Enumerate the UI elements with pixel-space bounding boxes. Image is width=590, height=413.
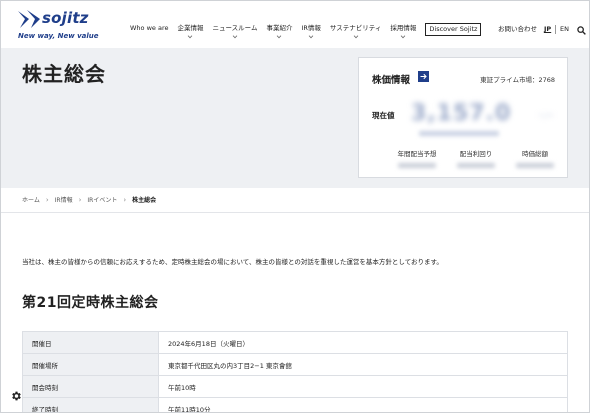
metric-label: 配当利回り	[459, 150, 493, 158]
intro-text: 当社は、株主の皆様からの信頼にお応えするため、定時株主総会の場において、株主の皆…	[22, 258, 443, 266]
chevron-down-icon	[188, 33, 193, 39]
table-row: 終了時刻 午前11時10分	[22, 397, 568, 413]
meeting-info-table: 開催日 2024年6月18日（火曜日） 開催場所 東京都千代田区丸の内3丁目2−…	[22, 331, 568, 413]
nav-label: 採用情報	[390, 24, 417, 32]
chevron-down-icon	[353, 33, 358, 39]
brand-tagline: New way, New value	[18, 32, 99, 40]
nav-label: ニュースルーム	[212, 24, 258, 32]
search-icon[interactable]	[577, 26, 586, 35]
chevron-down-icon	[232, 33, 238, 39]
metric-value-blurred	[457, 163, 495, 168]
stock-card-title: 株価情報	[372, 75, 411, 86]
nav-label: IR情報	[301, 24, 321, 32]
chevron-down-icon	[308, 33, 314, 39]
stock-metrics: 年間配当予想 配当利回り 時価総額	[391, 148, 561, 168]
lang-en-link[interactable]: EN	[560, 25, 569, 34]
metric-label: 時価総額	[522, 150, 548, 158]
nav-who-we-are[interactable]: Who we are	[130, 24, 168, 33]
contact-link[interactable]: お問い合わせ	[498, 25, 537, 34]
row-value: 2024年6月18日（火曜日）	[158, 331, 568, 354]
arrow-right-icon	[420, 73, 427, 80]
metric-dividend-yield: 配当利回り	[450, 148, 502, 168]
row-value: 東京都千代田区丸の内3丁目2−1 東京會舘	[158, 353, 568, 376]
chevron-right-icon: ›	[123, 195, 127, 204]
table-row: 開催場所 東京都千代田区丸の内3丁目2−1 東京會舘	[22, 353, 568, 376]
metric-value-blurred	[398, 163, 436, 168]
chevron-down-icon	[401, 33, 406, 39]
metric-label: 年間配当予想	[397, 150, 437, 158]
section-divider	[0, 212, 590, 213]
sojitz-mark-icon	[18, 10, 40, 28]
chevron-right-icon: ›	[45, 195, 49, 204]
row-value: 午前10時	[158, 375, 568, 398]
current-price-label: 現在値	[372, 111, 395, 120]
lang-jp-link[interactable]: JP	[544, 25, 551, 34]
row-label: 開催日	[22, 331, 159, 354]
price-change-value: -.--	[539, 110, 554, 121]
metric-market-cap: 時価総額	[509, 148, 561, 168]
discover-sojitz-button[interactable]: Discover Sojitz	[425, 23, 482, 36]
nav-label: 企業情報	[177, 24, 204, 32]
breadcrumb-ir-events[interactable]: IRイベント	[87, 195, 117, 204]
table-row: 開会時刻 午前10時	[22, 375, 568, 398]
stock-info-card: 株価情報 東証プライム市場：2768 現在値 3,157.0 -.-- 年間配当…	[358, 57, 568, 178]
nav-corporate[interactable]: 企業情報	[177, 24, 204, 39]
gear-icon[interactable]	[10, 390, 22, 402]
row-label: 終了時刻	[22, 397, 159, 413]
breadcrumb-ir[interactable]: IR情報	[55, 195, 73, 204]
current-price-value: 3,157.0	[411, 101, 512, 126]
row-value: 午前11時10分	[158, 397, 568, 413]
row-label: 開会時刻	[22, 375, 159, 398]
main-nav: Who we are 企業情報 ニュースルーム 事業紹介 IR情報 サステナビリ…	[130, 23, 482, 39]
nav-label: Who we are	[130, 24, 169, 32]
chevron-right-icon: ›	[78, 195, 82, 204]
page-title: 株主総会	[22, 62, 106, 86]
sojitz-logo[interactable]: sojitz New way, New value	[16, 6, 99, 42]
section-title: 第21回定時株主総会	[22, 295, 159, 311]
nav-sustainability[interactable]: サステナビリティ	[329, 24, 382, 39]
price-timestamp-blurred	[419, 131, 499, 136]
breadcrumb: ホーム › IR情報 › IRイベント › 株主総会	[22, 195, 162, 205]
nav-label: サステナビリティ	[329, 24, 382, 32]
nav-label: 事業紹介	[266, 24, 293, 32]
metric-value-blurred	[516, 163, 554, 168]
chevron-down-icon	[277, 33, 282, 39]
brand-name: sojitz	[42, 9, 89, 27]
table-row: 開催日 2024年6月18日（火曜日）	[22, 331, 568, 354]
breadcrumb-home[interactable]: ホーム	[22, 195, 40, 204]
nav-careers[interactable]: 採用情報	[390, 24, 417, 39]
nav-newsroom[interactable]: ニュースルーム	[212, 24, 258, 39]
nav-business[interactable]: 事業紹介	[266, 24, 293, 39]
lang-divider	[555, 25, 556, 34]
row-label: 開催場所	[22, 353, 159, 376]
nav-ir[interactable]: IR情報	[301, 24, 321, 39]
site-header: sojitz New way, New value Who we are 企業情…	[0, 0, 590, 48]
stock-details-button[interactable]	[418, 71, 429, 82]
stock-market-code: 東証プライム市場：2768	[480, 76, 555, 84]
breadcrumb-current: 株主総会	[132, 197, 157, 204]
metric-dividend-forecast: 年間配当予想	[391, 148, 443, 168]
